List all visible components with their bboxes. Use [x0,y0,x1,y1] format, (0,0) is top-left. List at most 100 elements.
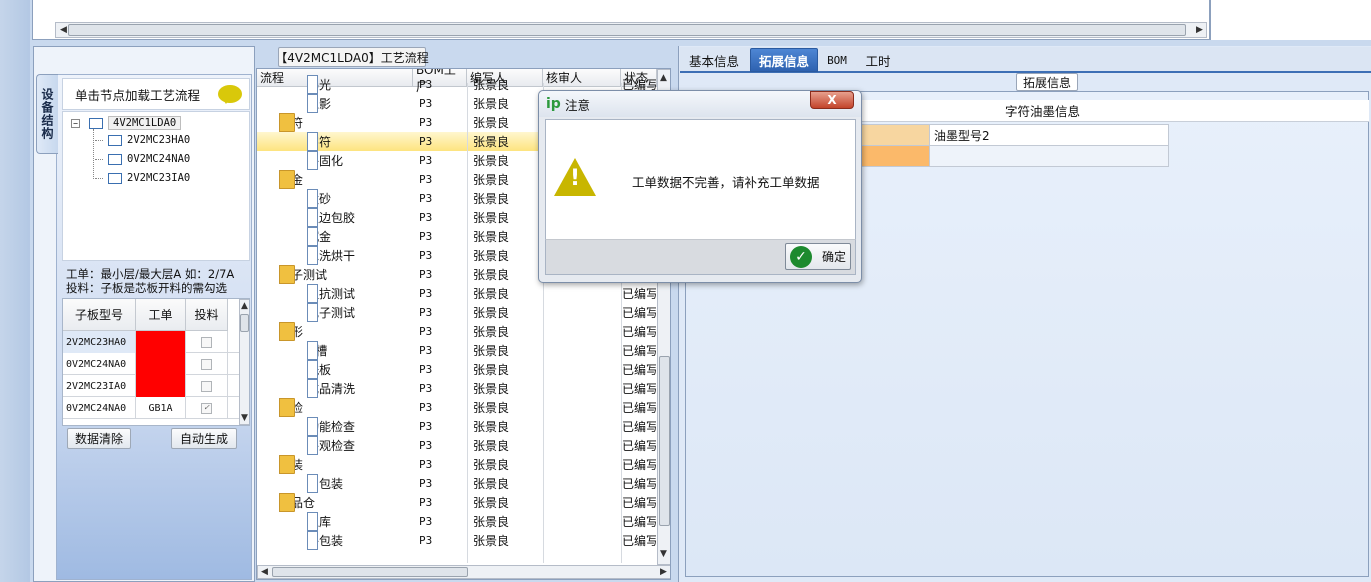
tab-extended-info[interactable]: 拓展信息 [750,48,818,72]
vertical-tab-device-structure[interactable]: 设备结构 [36,74,58,154]
tree-node-root[interactable]: − 4V2MC1LDA0 [71,116,182,130]
feed-cell[interactable]: ✓ [186,397,228,419]
tree-node-child[interactable]: 0V2MC24NA0 [95,153,190,165]
bom-factory: P3 [419,458,433,471]
file-icon [307,189,318,208]
bom-factory: P3 [419,534,433,547]
ok-button[interactable]: ✓ 确定 [785,243,851,270]
bom-factory: P3 [419,477,433,490]
checkbox[interactable] [201,336,212,348]
model-cell: 2V2MC23IA0 [63,375,136,397]
scroll-down-icon[interactable]: ▼ [241,414,248,423]
model-cell: 0V2MC24NA0 [63,353,136,375]
folder-icon [279,398,295,417]
writer: 张景良 [473,211,510,225]
tab-basic-info[interactable]: 基本信息 [682,48,746,72]
writer: 张景良 [473,420,510,434]
table-row[interactable]: 0V2MC24NA0 GB1A ✓ [63,397,239,419]
document-icon [108,172,122,184]
feed-cell[interactable] [186,331,228,353]
info-line: 投料：子板是芯板开料的需勾选 [66,281,227,295]
status: 已编写 [622,401,656,415]
order-cell[interactable] [136,353,186,375]
bom-factory: P3 [419,287,433,300]
process-row[interactable]: 外包装 P3 张景良 已编写 [257,531,657,550]
tab-work-hours[interactable]: 工时 [860,48,896,72]
feed-cell[interactable] [186,375,228,397]
file-icon [307,227,318,246]
writer: 张景良 [473,249,510,263]
order-cell[interactable] [136,375,186,397]
writer: 张景良 [473,287,510,301]
file-icon [307,379,318,398]
tree-node-child[interactable]: 2V2MC23HA0 [95,134,190,146]
scroll-up-icon[interactable]: ▲ [241,302,248,311]
dialog-close-button[interactable]: X [810,91,854,109]
bom-factory: P3 [419,97,433,110]
status: 已编写 [622,306,656,320]
process-row[interactable]: −包装P3张景良已编写 [257,455,657,474]
column-header[interactable]: 工单 [136,299,186,331]
tree-node-label: 0V2MC24NA0 [127,153,191,165]
checkbox-checked[interactable]: ✓ [201,402,212,414]
process-flow-title: 【4V2MC1LDA0】工艺流程 [275,47,429,67]
bom-factory: P3 [419,268,433,281]
scroll-thumb[interactable] [659,356,670,526]
scroll-right-icon[interactable]: ▶ [660,568,667,577]
bom-factory: P3 [419,344,433,357]
process-horizontal-scrollbar[interactable]: ◀ ▶ [257,565,670,579]
scroll-up-icon[interactable]: ▲ [660,74,667,83]
process-row[interactable]: V槽P3张景良已编写 [257,341,657,360]
table-row[interactable]: 2V2MC23HA0 [63,331,239,353]
process-row[interactable]: 外观检查 P3 张景良 已编写 [257,436,657,455]
tree-node-label: 2V2MC23IA0 [127,172,191,184]
collapse-icon[interactable]: − [71,118,80,128]
feed-cell[interactable] [186,353,228,375]
checkbox[interactable] [201,380,212,392]
process-row[interactable]: 电子测试 P3 张景良 已编写 [257,303,657,322]
structure-tree: − 4V2MC1LDA0 2V2MC23HA0 0V2MC24NA0 2V2MC… [62,111,250,261]
ink-value-input[interactable] [929,145,1169,167]
scroll-thumb[interactable] [68,24,1186,36]
folder-icon [279,493,295,512]
process-row[interactable]: 入库 P3 张景良 已编写 [257,512,657,531]
scroll-left-icon[interactable]: ◀ [261,568,268,577]
column-header[interactable]: 投料 [186,299,228,331]
table-row[interactable]: 0V2MC24NA0 [63,353,239,375]
tree-node-child[interactable]: 2V2MC23IA0 [95,172,190,184]
top-horizontal-scrollbar[interactable]: ◀ ▶ [55,22,1207,38]
top-panel: ◀ ▶ [32,0,1210,40]
status: 已编写 [622,287,656,301]
scroll-right-icon[interactable]: ▶ [1196,26,1203,35]
process-row[interactable]: 功能检查 P3 张景良 已编写 [257,417,657,436]
status: 已编写 [622,458,656,472]
scroll-down-icon[interactable]: ▼ [660,550,667,559]
checkbox[interactable] [201,358,212,370]
clear-data-button[interactable]: 数据清除 [67,428,131,449]
model-cell: 0V2MC24NA0 [63,397,136,419]
bom-factory: P3 [419,325,433,338]
order-cell[interactable]: GB1A [136,397,186,419]
scroll-thumb[interactable] [272,567,468,577]
process-row[interactable]: −成品仓P3张景良已编写 [257,493,657,512]
check-icon: ✓ [790,245,812,268]
process-row[interactable]: −外形P3张景良已编写 [257,322,657,341]
process-row[interactable]: 阻抗测试 P3 张景良 已编写 [257,284,657,303]
grid-vertical-scrollbar[interactable]: ▲ ▼ [239,299,249,425]
order-cell[interactable] [136,331,186,353]
process-row[interactable]: 内包装 P3 张景良 已编写 [257,474,657,493]
table-row[interactable]: 2V2MC23IA0 [63,375,239,397]
column-header[interactable]: 子板型号 [63,299,136,331]
bom-factory: P3 [419,401,433,414]
status: 已编写 [622,496,656,510]
extended-info-label: 拓展信息 [1016,73,1078,91]
scroll-thumb[interactable] [240,314,249,332]
auto-generate-button[interactable]: 自动生成 [171,428,237,449]
scroll-left-icon[interactable]: ◀ [60,26,67,35]
process-row[interactable]: 成品清洗 P3 张景良 已编写 [257,379,657,398]
tab-bom[interactable]: BOM [820,48,854,72]
process-row[interactable]: 铣板 P3 张景良 已编写 [257,360,657,379]
writer: 张景良 [473,363,510,377]
writer: 张景良 [473,173,510,187]
process-row[interactable]: −终检P3张景良已编写 [257,398,657,417]
